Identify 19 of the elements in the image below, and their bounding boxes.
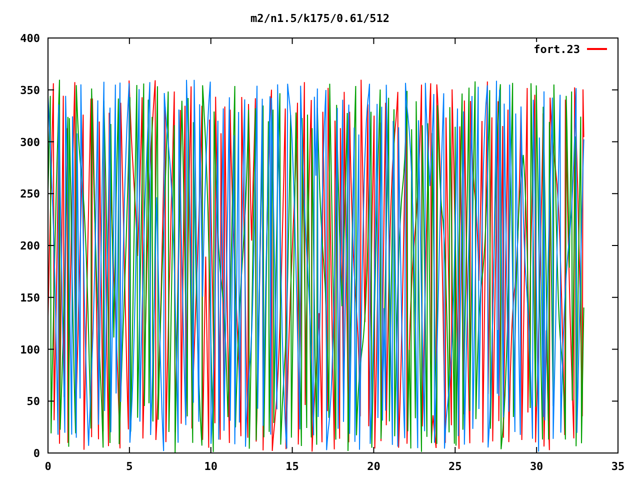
x-tick-label: 5 (126, 460, 133, 473)
x-tick-label: 20 (367, 460, 380, 473)
y-tick-label: 350 (20, 84, 40, 97)
y-tick-label: 150 (20, 291, 40, 304)
y-tick-label: 250 (20, 188, 40, 201)
y-tick-label: 50 (26, 395, 40, 408)
x-tick-label: 35 (611, 460, 625, 473)
x-tick-label: 0 (44, 460, 52, 473)
y-tick-label: 300 (20, 136, 40, 149)
y-tick-label: 400 (20, 32, 40, 45)
x-tick-label: 30 (530, 460, 544, 473)
x-tick-label: 25 (448, 460, 462, 473)
chart-title: m2/n1.5/k175/0.61/512 (250, 12, 390, 25)
x-tick-label: 15 (286, 460, 299, 473)
legend-label: fort.23 (534, 43, 580, 56)
y-tick-label: 200 (20, 240, 40, 252)
x-tick-label: 10 (204, 460, 218, 473)
y-tick-label: 0 (33, 447, 40, 460)
y-tick-label: 100 (20, 343, 40, 356)
